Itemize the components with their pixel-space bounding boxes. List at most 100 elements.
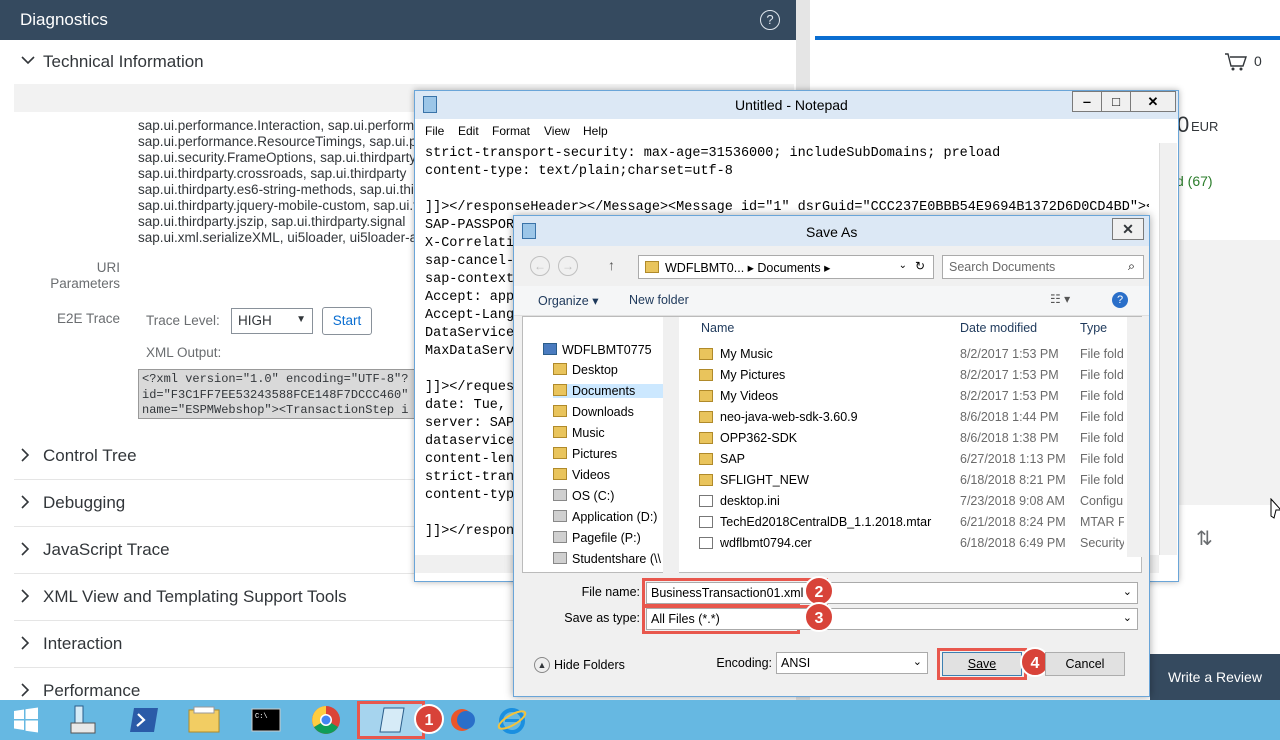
notepad-taskbar-icon[interactable] — [366, 702, 418, 738]
navigation-pane[interactable]: WDFLBMT0775 Desktop Documents Downloads Musi… — [523, 317, 679, 574]
xml-output-field[interactable]: <?xml version="1.0" encoding="UTF-8"? id… — [138, 369, 428, 419]
chevron-down-icon[interactable]: ⌄ — [1123, 585, 1132, 598]
file-row[interactable]: OPP362-SDK 8/6/2018 1:38 PM File folder — [683, 428, 1124, 449]
section-label: Debugging — [43, 493, 126, 512]
nav-item[interactable]: Downloads — [553, 405, 634, 419]
notepad-menubar: File Edit Format View Help — [415, 119, 1178, 143]
chevron-down-icon[interactable]: ⌄ — [899, 260, 907, 271]
file-explorer-icon[interactable] — [178, 702, 230, 738]
file-row[interactable]: SFLIGHT_NEW 6/18/2018 8:21 PM File folder — [683, 470, 1124, 491]
file-icon — [699, 516, 713, 528]
nav-item[interactable]: WDFLBMT0775 — [543, 343, 652, 357]
search-input[interactable]: Search Documents ⌕ — [942, 255, 1144, 279]
organize-menu[interactable]: Organize ▾ — [538, 293, 598, 308]
cancel-button[interactable]: Cancel — [1045, 652, 1125, 676]
chevron-down-icon[interactable]: ⌄ — [913, 655, 922, 668]
internet-explorer-icon[interactable] — [486, 702, 538, 738]
nav-item[interactable]: Pictures — [553, 447, 617, 461]
folder-icon — [699, 411, 713, 423]
file-row[interactable]: neo-java-web-sdk-3.60.9 8/6/2018 1:44 PM F… — [683, 407, 1124, 428]
nav-item-label: Studentshare (\\ — [572, 552, 661, 566]
new-folder-button[interactable]: New folder — [629, 293, 689, 307]
hide-folders-button[interactable]: Hide Folders — [554, 658, 625, 672]
help-icon[interactable]: ? — [1112, 292, 1128, 308]
menu-edit[interactable]: Edit — [458, 124, 479, 138]
close-button[interactable]: ✕ — [1112, 218, 1144, 240]
chevron-up-icon[interactable]: ▲ — [534, 657, 550, 673]
command-prompt-icon[interactable]: C:\ — [240, 702, 292, 738]
column-header-name[interactable]: Name — [701, 321, 734, 335]
webshop-accent-bar — [815, 36, 1280, 40]
reviews-count[interactable]: d (67) — [1176, 173, 1213, 189]
chevron-right-icon — [20, 588, 30, 609]
nav-item-label: Application (D:) — [572, 510, 658, 524]
nav-item[interactable]: Pagefile (P:) — [553, 531, 641, 545]
file-type: File folder — [1080, 473, 1124, 487]
menu-view[interactable]: View — [544, 124, 570, 138]
navigation-scrollbar[interactable] — [663, 317, 679, 574]
file-row[interactable]: My Videos 8/2/2017 1:53 PM File folder — [683, 386, 1124, 407]
start-trace-button[interactable]: Start — [322, 307, 372, 335]
save-button[interactable]: Save — [942, 652, 1022, 676]
menu-file[interactable]: File — [425, 124, 444, 138]
module-line: sap.ui.performance.ResourceTimings, sap.… — [138, 134, 428, 149]
trace-level-select[interactable]: HIGH ▼ — [231, 308, 313, 334]
sort-icon[interactable]: ⇅ — [1196, 526, 1213, 551]
server-manager-icon[interactable] — [56, 702, 108, 738]
file-row[interactable]: My Music 8/2/2017 1:53 PM File folder — [683, 344, 1124, 365]
back-arrow-icon[interactable]: ← — [530, 256, 550, 276]
minimize-button[interactable]: ‒ — [1072, 91, 1102, 112]
close-button[interactable]: ✕ — [1130, 91, 1176, 112]
nav-item[interactable]: Music — [553, 426, 605, 440]
file-type: Configuration — [1080, 494, 1124, 508]
file-name: SAP — [720, 452, 746, 466]
refresh-icon[interactable]: ↻ — [915, 259, 925, 273]
technical-information-title[interactable]: Technical Information — [43, 52, 204, 72]
cart-icon[interactable] — [1224, 52, 1248, 77]
chevron-down-icon[interactable]: ⌄ — [1123, 611, 1132, 624]
up-arrow-icon[interactable]: ↑ — [608, 257, 615, 273]
nav-item[interactable]: Studentshare (\\ — [553, 552, 661, 566]
folder-icon — [553, 405, 567, 417]
file-list-scrollbar[interactable] — [1127, 317, 1143, 557]
file-name-input[interactable]: BusinessTransaction01.xml ⌄ — [646, 582, 1138, 604]
nav-item[interactable]: Videos — [553, 468, 610, 482]
file-row[interactable]: desktop.ini 7/23/2018 9:08 AM Configuratio… — [683, 491, 1124, 512]
view-options-icon[interactable]: ☷ ▾ — [1050, 292, 1070, 306]
file-row[interactable]: wdflbmt0794.cer 6/18/2018 6:49 PM Security… — [683, 533, 1124, 554]
forward-arrow-icon[interactable]: → — [558, 256, 578, 276]
help-icon[interactable]: ? — [760, 10, 780, 30]
address-path[interactable]: WDFLBMT0... ▸ Documents ▸ ⌄ ↻ — [638, 255, 934, 279]
notepad-titlebar[interactable]: Untitled - Notepad ‒ □ ✕ — [415, 91, 1178, 119]
save-as-dialog[interactable]: Save As ✕ ← → ↑ WDFLBMT0... ▸ Documents … — [513, 215, 1150, 697]
write-review-button[interactable]: Write a Review — [1150, 654, 1280, 700]
notepad-vertical-scrollbar[interactable] — [1159, 143, 1177, 555]
encoding-select[interactable]: ANSI ⌄ — [776, 652, 928, 674]
save-as-type-select[interactable]: All Files (*.*) ⌄ — [646, 608, 1138, 630]
nav-item[interactable]: Documents — [553, 384, 663, 398]
search-placeholder: Search Documents — [949, 260, 1056, 274]
windows-start-icon[interactable] — [0, 702, 52, 738]
menu-format[interactable]: Format — [492, 124, 530, 138]
chevron-right-icon — [20, 635, 30, 656]
powershell-icon[interactable] — [118, 702, 170, 738]
column-header-type[interactable]: Type — [1080, 321, 1107, 335]
file-type: File folder — [1080, 389, 1124, 403]
nav-item[interactable]: OS (C:) — [553, 489, 614, 503]
module-line: sap.ui.thirdparty.jquery-mobile-custom, … — [138, 198, 417, 213]
section-label: XML View and Templating Support Tools — [43, 587, 347, 606]
chevron-down-icon[interactable] — [20, 52, 36, 68]
file-row[interactable]: TechEd2018CentralDB_1.1.2018.mtar 6/21/20… — [683, 512, 1124, 533]
notepad-title: Untitled - Notepad — [735, 97, 848, 113]
file-row[interactable]: SAP 6/27/2018 1:13 PM File folder — [683, 449, 1124, 470]
ftp-client-icon[interactable] — [438, 702, 490, 738]
file-list[interactable]: Name Date modified Type My Music 8/2/2017… — [683, 317, 1141, 574]
menu-help[interactable]: Help — [583, 124, 608, 138]
column-header-date[interactable]: Date modified — [960, 321, 1037, 335]
save-as-titlebar[interactable]: Save As ✕ — [514, 216, 1149, 246]
nav-item[interactable]: Desktop — [553, 363, 618, 377]
nav-item[interactable]: Application (D:) — [553, 510, 657, 524]
chrome-icon[interactable] — [300, 702, 352, 738]
file-row[interactable]: My Pictures 8/2/2017 1:53 PM File folder — [683, 365, 1124, 386]
maximize-button[interactable]: □ — [1101, 91, 1131, 112]
